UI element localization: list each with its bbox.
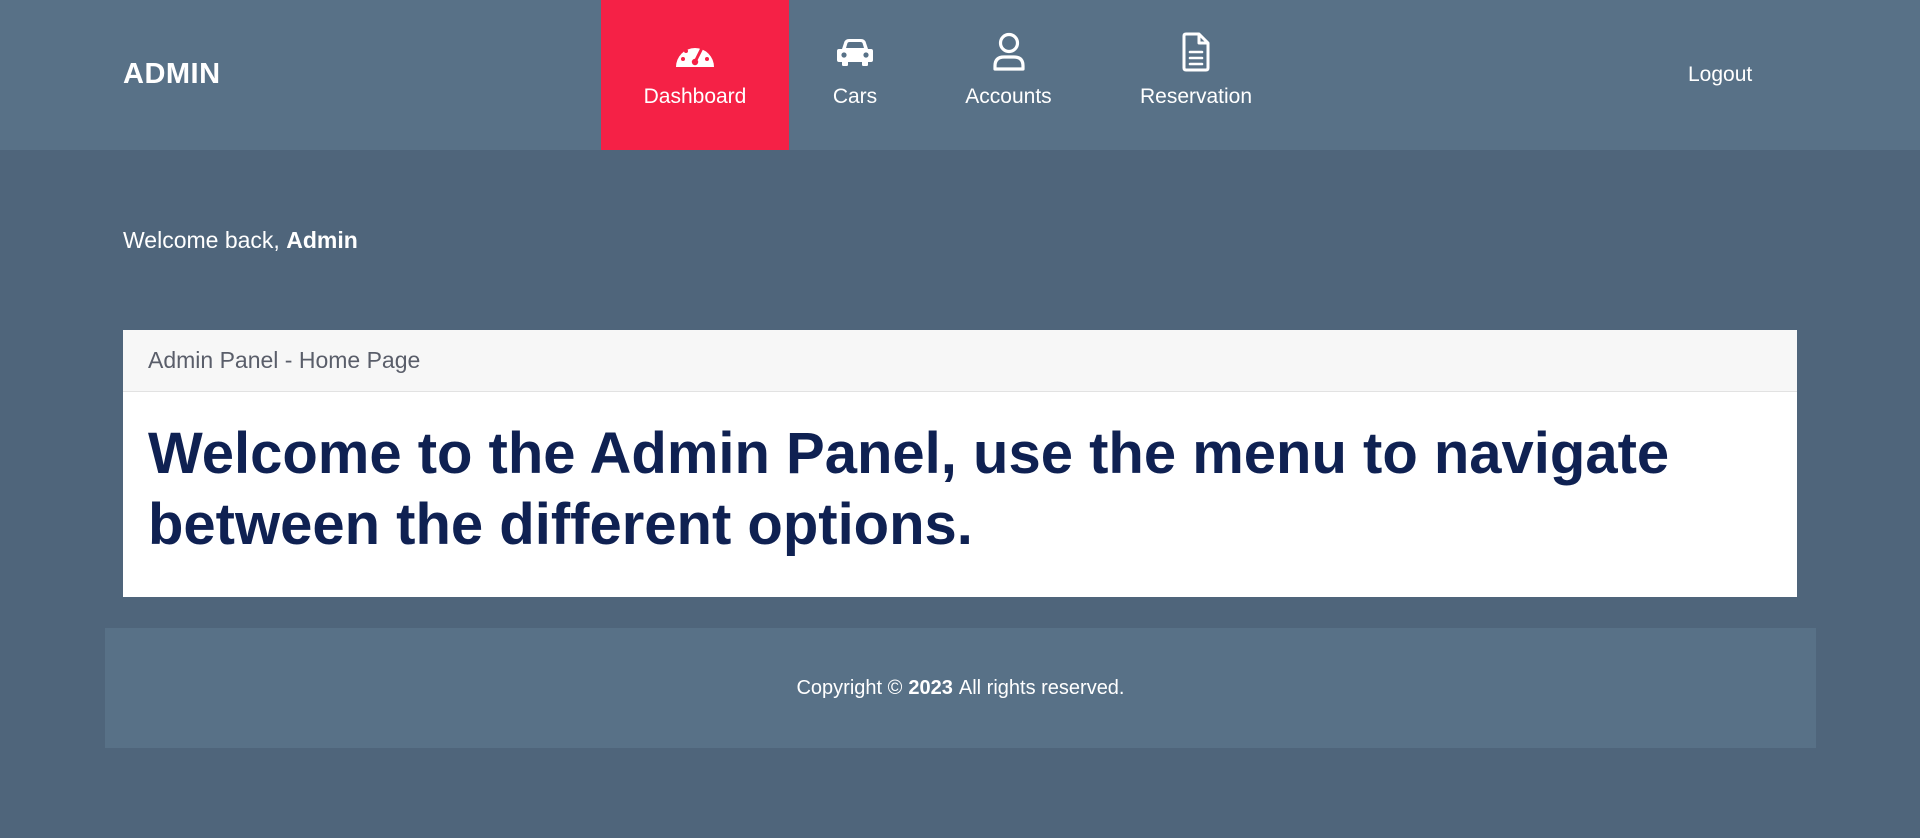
nav-item-label: Cars [832, 85, 878, 108]
main-nav: Dashboard Cars Accounts Reservation [601, 0, 1296, 150]
welcome-username: Admin [286, 227, 358, 253]
nav-item-label: Reservation [1139, 85, 1253, 108]
welcome-message: Welcome back, Admin [123, 227, 358, 254]
panel-header: Admin Panel - Home Page [123, 330, 1797, 392]
top-navbar: ADMIN Dashboard Cars Accounts Reservatio… [0, 0, 1920, 150]
car-icon [833, 32, 877, 72]
nav-item-label: Dashboard [643, 85, 747, 108]
nav-item-dashboard[interactable]: Dashboard [601, 0, 789, 150]
admin-panel-card: Admin Panel - Home Page Welcome to the A… [123, 330, 1797, 597]
welcome-prefix: Welcome back, [123, 227, 280, 253]
footer: Copyright © 2023 All rights reserved. [105, 628, 1816, 748]
nav-item-cars[interactable]: Cars [789, 0, 921, 150]
footer-copyright: Copyright © [796, 676, 903, 699]
panel-message: Welcome to the Admin Panel, use the menu… [148, 421, 1670, 557]
nav-item-accounts[interactable]: Accounts [921, 0, 1096, 150]
document-icon [1174, 32, 1218, 72]
nav-item-reservation[interactable]: Reservation [1096, 0, 1296, 150]
footer-rights: All rights reserved. [958, 676, 1125, 699]
speedometer-icon [673, 32, 717, 72]
logout-link[interactable]: Logout [1688, 63, 1752, 87]
footer-year: 2023 [908, 676, 953, 699]
nav-item-label: Accounts [965, 85, 1052, 108]
user-icon [987, 32, 1031, 72]
brand-logo[interactable]: ADMIN [123, 58, 221, 91]
panel-body: Welcome to the Admin Panel, use the menu… [123, 392, 1797, 560]
